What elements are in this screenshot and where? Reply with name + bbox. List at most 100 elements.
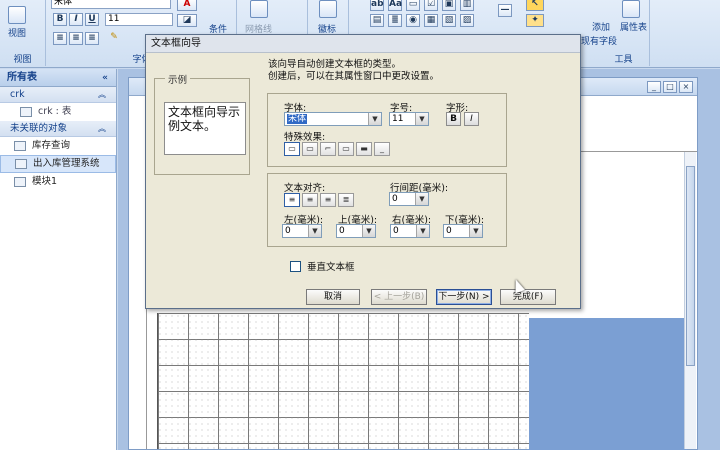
existing-fields-label: 现有字段 <box>581 37 618 47</box>
chevron-up-icon[interactable]: ︽ <box>98 121 106 137</box>
scrollbar-thumb[interactable] <box>686 166 695 366</box>
chart-control-icon[interactable]: ▥ <box>460 0 474 11</box>
design-grid-dots <box>157 313 529 449</box>
effect-etched-icon[interactable]: ▭ <box>338 142 354 156</box>
chevron-down-icon[interactable]: ▼ <box>368 113 381 125</box>
sample-groupbox: 示例 文本框向导示例文本。 <box>154 72 250 175</box>
views-group: 视图 视图 <box>0 0 46 66</box>
nav-header[interactable]: 所有表 « <box>0 69 116 87</box>
nav-section-title: 未关联的对象 <box>10 123 68 134</box>
effects-label: 特殊效果: <box>284 132 326 143</box>
effect-shadowed-icon[interactable]: ▬ <box>356 142 372 156</box>
sample-preview: 文本框向导示例文本。 <box>164 102 246 155</box>
chevron-down-icon[interactable]: ▼ <box>415 193 428 205</box>
line-spacing-dropdown[interactable]: 0 ▼ <box>389 192 429 206</box>
format-painter-icon[interactable]: ✎ <box>107 32 121 45</box>
option-control-icon[interactable]: ◉ <box>406 14 420 27</box>
font-dropdown[interactable]: 宋体 ▼ <box>284 112 382 126</box>
chevron-up-icon[interactable]: ︽ <box>98 87 106 103</box>
chevron-down-icon[interactable]: ▼ <box>469 225 482 237</box>
select-tool-icon[interactable]: ↖ <box>526 0 544 11</box>
bold-tool[interactable]: B <box>53 13 67 26</box>
align-distribute-icon[interactable]: ≣ <box>338 193 354 207</box>
view-button[interactable]: 视图 <box>8 6 26 39</box>
toggle-control-icon[interactable]: ▦ <box>424 14 438 27</box>
vertical-scrollbar[interactable] <box>684 152 696 449</box>
tab-control-icon[interactable]: ▧ <box>442 14 456 27</box>
label-control-icon[interactable]: Aa <box>388 0 402 11</box>
add-field-button[interactable]: 添加 <box>592 20 610 33</box>
minimize-icon[interactable]: _ <box>647 81 661 93</box>
next-button[interactable]: 下一步(N) > <box>436 289 492 305</box>
finish-button[interactable]: 完成(F) <box>500 289 556 305</box>
right-margin-dropdown[interactable]: 0 ▼ <box>390 224 430 238</box>
nav-item-module1[interactable]: 模块1 <box>0 173 116 191</box>
gridlines-icon <box>250 0 268 18</box>
ribbon-font-size[interactable]: 11 <box>105 13 173 26</box>
checkbox-control-icon[interactable]: ☑ <box>424 0 438 11</box>
nav-section-unrelated[interactable]: 未关联的对象 ︽ <box>0 121 116 137</box>
subform-control-icon[interactable]: ▨ <box>460 14 474 27</box>
align-center-icon[interactable]: ≡ <box>302 193 318 207</box>
left-margin-dropdown[interactable]: 0 ▼ <box>282 224 322 238</box>
size-value: 11 <box>392 114 404 124</box>
font-color-icon[interactable]: A <box>177 0 197 11</box>
italic-toggle[interactable]: I <box>464 112 479 126</box>
chevron-down-icon[interactable]: ▼ <box>308 225 321 237</box>
vertical-textbox-checkbox[interactable] <box>290 260 301 272</box>
chevron-double-left-icon[interactable]: « <box>102 69 108 87</box>
description-line-2: 创建后，可以在其属性窗口中更改设置。 <box>268 71 440 82</box>
property-sheet-button[interactable]: 属性表 <box>620 20 647 33</box>
list-control-icon[interactable]: ≣ <box>388 14 402 27</box>
left-margin-value: 0 <box>285 226 291 236</box>
nav-header-label: 所有表 <box>7 72 37 83</box>
bottom-margin-dropdown[interactable]: 0 ▼ <box>443 224 483 238</box>
property-sheet-icon <box>622 0 640 18</box>
top-margin-dropdown[interactable]: 0 ▼ <box>336 224 376 238</box>
logo-icon <box>319 0 337 18</box>
window-controls: _ □ × <box>647 81 693 93</box>
ribbon-font-name[interactable]: 宋体 <box>51 0 171 9</box>
size-dropdown[interactable]: 11 ▼ <box>389 112 429 126</box>
effect-flat-icon[interactable]: ▭ <box>284 142 300 156</box>
vertical-textbox-option[interactable]: 垂直文本框 <box>290 259 355 273</box>
nav-section-crk[interactable]: crk ︽ <box>0 87 116 103</box>
effect-chiseled-icon[interactable]: _ <box>374 142 390 156</box>
italic-tool[interactable]: I <box>69 13 83 26</box>
maximize-icon[interactable]: □ <box>663 81 677 93</box>
dialog-title: 文本框向导 <box>146 35 580 53</box>
align-left-tool[interactable]: ≡ <box>53 32 67 45</box>
view-icon <box>8 6 26 24</box>
bold-toggle[interactable]: B <box>446 112 461 126</box>
description-line-1: 该向导自动创建文本框的类型。 <box>268 59 402 70</box>
button-control-icon[interactable]: ▭ <box>406 0 420 11</box>
underline-tool[interactable]: U <box>85 13 99 26</box>
align-right-icon[interactable]: ≡ <box>320 193 336 207</box>
close-icon[interactable]: × <box>679 81 693 93</box>
effect-raised-icon[interactable]: ▭ <box>302 142 318 156</box>
align-left-icon[interactable]: ≡ <box>284 193 300 207</box>
nav-item-crk-table[interactable]: crk : 表 <box>0 103 116 121</box>
image-control-icon[interactable]: ▣ <box>442 0 456 11</box>
cancel-button[interactable]: 取消 <box>306 289 360 305</box>
chevron-down-icon[interactable]: ▼ <box>416 225 429 237</box>
nav-item-inout-system[interactable]: 出入库管理系统 <box>0 155 116 173</box>
combo-control-icon[interactable]: ▤ <box>370 14 384 27</box>
align-right-tool[interactable]: ≡ <box>85 32 99 45</box>
textbox-control-icon[interactable]: ab <box>370 0 384 11</box>
textbox-wizard-dialog: 文本框向导 该向导自动创建文本框的类型。 创建后，可以在其属性窗口中更改设置。 … <box>145 34 581 309</box>
chevron-down-icon[interactable]: ▼ <box>415 113 428 125</box>
nav-item-label: crk : 表 <box>38 106 72 117</box>
top-margin-value: 0 <box>339 226 345 236</box>
back-button[interactable]: < 上一步(B) <box>371 289 427 305</box>
dialog-description: 该向导自动创建文本框的类型。 创建后，可以在其属性窗口中更改设置。 <box>268 59 439 83</box>
fill-color-icon[interactable]: ◪ <box>177 14 197 27</box>
effect-sunken-icon[interactable]: ⌐ <box>320 142 336 156</box>
line-control-icon[interactable]: — <box>498 4 512 17</box>
nav-item-inventory-query[interactable]: 库存查询 <box>0 137 116 155</box>
wizard-tool-icon[interactable]: ✦ <box>526 14 544 27</box>
line-spacing-value: 0 <box>392 194 398 204</box>
align-center-tool[interactable]: ≡ <box>69 32 83 45</box>
chevron-down-icon[interactable]: ▼ <box>362 225 375 237</box>
nav-section-title: crk <box>10 89 25 100</box>
